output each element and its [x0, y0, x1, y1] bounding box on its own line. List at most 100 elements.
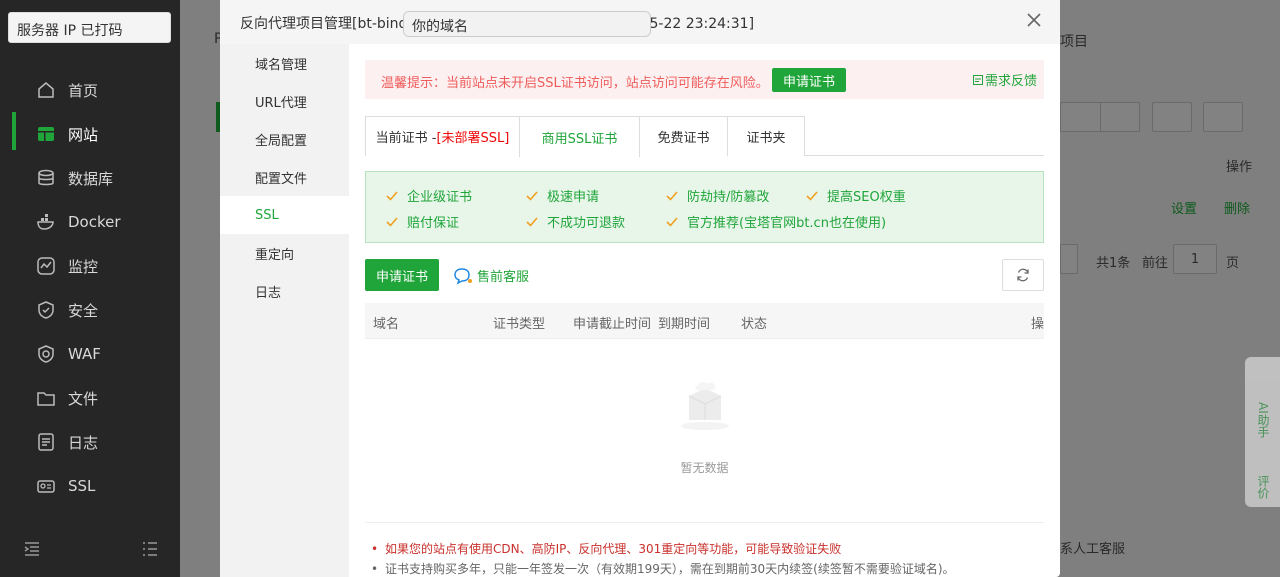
tab-commercial-ssl[interactable]: 商用SSL证书 — [519, 116, 640, 157]
apply-cert-button[interactable]: 申请证书 — [365, 259, 439, 291]
feature-label: 企业级证书 — [407, 190, 473, 205]
review-label: 评价 — [1256, 475, 1270, 499]
sidebar-item-ssl[interactable]: SSL — [0, 464, 180, 508]
modal-title-suffix: 5-22 23:24:31] — [649, 16, 755, 32]
bg-refresh-button — [1152, 102, 1192, 132]
feature-list: 企业级证书 极速申请 防劫持/防篡改 提高SEO权重 赔付保证 不成功可退款 官… — [365, 171, 1044, 243]
home-icon — [36, 80, 56, 100]
alert-apply-button[interactable]: 申请证书 — [772, 68, 846, 92]
sidebar-item-monitor[interactable]: 监控 — [0, 244, 180, 288]
sidebar-item-label: 网站 — [68, 125, 99, 144]
collapse-icon[interactable] — [24, 542, 40, 556]
feature-label: 官方推荐(宝塔官网bt.cn也在使用) — [687, 216, 887, 231]
modal-header: 反向代理项目管理[bt-bind- 5-22 23:24:31] 你的域名 — [220, 0, 1060, 44]
bg-contact: 系人工客服 — [1060, 542, 1126, 557]
tab-cert-folder[interactable]: 证书夹 — [727, 116, 805, 156]
feedback-label: 需求反馈 — [985, 74, 1038, 89]
sidebar-item-logs[interactable]: 日志 — [0, 420, 180, 464]
cert-table-header: 域名 证书类型 申请截止时间 到期时间 状态 操 — [365, 303, 1044, 339]
presale-service-link[interactable]: 售前客服 — [453, 266, 529, 285]
sidebar-item-label: 监控 — [68, 257, 99, 276]
check-icon — [666, 190, 678, 201]
nav-item-config-file[interactable]: 配置文件 — [220, 158, 349, 196]
modal-nav: 域名管理 URL代理 全局配置 配置文件 SSL 重定向 日志 — [220, 44, 349, 577]
main-sidebar: 服务器 IP 已打码 首页 网站 数据库 Docker 监控 安全 WAF 文件… — [0, 0, 180, 577]
feature-label: 极速申请 — [547, 190, 600, 205]
sidebar-item-website[interactable]: 网站 — [0, 112, 180, 156]
check-icon — [386, 190, 398, 201]
sidebar-item-label: 文件 — [68, 389, 99, 408]
bg-delete-link: 删除 — [1224, 202, 1251, 217]
sidebar-footer — [0, 530, 180, 570]
feature-item: 极速申请 — [526, 186, 599, 205]
database-icon — [36, 168, 56, 188]
log-icon — [36, 432, 56, 452]
docker-icon — [36, 212, 56, 232]
nav-item-logs[interactable]: 日志 — [220, 272, 349, 310]
nav-item-redirect[interactable]: 重定向 — [220, 234, 349, 272]
bg-pagination-unit: 页 — [1226, 256, 1240, 271]
column-domain: 域名 — [373, 317, 400, 332]
sidebar-item-security[interactable]: 安全 — [0, 288, 180, 332]
monitor-icon — [36, 256, 56, 276]
sidebar-item-docker[interactable]: Docker — [0, 200, 180, 244]
check-icon — [526, 216, 538, 227]
bg-pagesize-select — [1060, 244, 1078, 274]
sidebar-item-label: WAF — [68, 345, 101, 363]
sidebar-item-database[interactable]: 数据库 — [0, 156, 180, 200]
note-item: 证书支持购买多年，只能一年签发一次（有效期199天），需在到期前30天内续签(续… — [365, 559, 1044, 577]
ssl-tabs: 当前证书 - [未部署SSL] 商用SSL证书 免费证书 证书夹 — [365, 116, 1044, 157]
ai-helper-label: AI助手 — [1256, 402, 1270, 438]
bg-settings-link: 设置 — [1171, 202, 1198, 217]
sidebar-item-home[interactable]: 首页 — [0, 68, 180, 112]
nav-item-url-proxy[interactable]: URL代理 — [220, 82, 349, 120]
sidebar-item-label: 日志 — [68, 433, 99, 452]
feature-item: 防劫持/防篡改 — [666, 186, 769, 205]
menu-list-icon[interactable] — [142, 542, 158, 556]
shield-icon — [36, 300, 56, 320]
bg-search-button — [1100, 102, 1140, 132]
check-icon — [386, 216, 398, 227]
sidebar-item-label: 安全 — [68, 301, 99, 320]
ssl-warning-alert: 温馨提示：当前站点未开启SSL证书访问，站点访问可能存在风险。 申请证书 需求反… — [365, 60, 1044, 99]
column-status: 状态 — [741, 317, 768, 332]
bg-settings-button — [1203, 102, 1243, 132]
ssl-icon — [36, 476, 56, 496]
feature-item: 不成功可退款 — [526, 212, 625, 231]
sidebar-item-label: 数据库 — [68, 169, 114, 188]
sidebar-item-waf[interactable]: WAF — [0, 332, 180, 376]
feature-label: 提高SEO权重 — [827, 190, 906, 205]
ai-helper-panel[interactable]: AI助手 评价 — [1245, 357, 1280, 507]
column-apply-deadline: 申请截止时间 — [573, 317, 652, 332]
alert-text: 温馨提示：当前站点未开启SSL证书访问，站点访问可能存在风险。 — [381, 76, 769, 91]
tab-free-cert[interactable]: 免费证书 — [639, 116, 728, 156]
bg-pagination-total: 共1条 — [1096, 256, 1131, 271]
server-ip-label: 服务器 IP 已打码 — [8, 12, 171, 43]
nav-item-ssl[interactable]: SSL — [220, 196, 349, 234]
nav-item-global-config[interactable]: 全局配置 — [220, 120, 349, 158]
domain-overlay: 你的域名 — [403, 11, 651, 37]
column-cert-type: 证书类型 — [493, 317, 546, 332]
close-icon[interactable] — [1026, 12, 1042, 28]
check-icon — [806, 190, 818, 201]
refresh-icon — [1017, 268, 1029, 282]
feature-label: 赔付保证 — [407, 216, 460, 231]
feature-item: 官方推荐(宝塔官网bt.cn也在使用) — [666, 212, 886, 231]
sidebar-item-label: 首页 — [68, 81, 99, 100]
sidebar-item-files[interactable]: 文件 — [0, 376, 180, 420]
tab-current-label: 当前证书 - — [375, 131, 437, 146]
check-icon — [666, 216, 678, 227]
tab-current-cert[interactable]: 当前证书 - [未部署SSL] — [365, 116, 520, 156]
website-icon — [36, 124, 56, 144]
column-expiry: 到期时间 — [658, 317, 711, 332]
feature-item: 赔付保证 — [386, 212, 459, 231]
feedback-icon — [973, 74, 983, 85]
refresh-button[interactable] — [1002, 259, 1044, 291]
feature-item: 提高SEO权重 — [806, 186, 906, 205]
nav-item-domain[interactable]: 域名管理 — [220, 44, 349, 82]
bg-ops-header: 操作 — [1226, 160, 1253, 175]
sidebar-item-label: Docker — [68, 213, 121, 231]
empty-box-icon — [680, 382, 729, 430]
feedback-link[interactable]: 需求反馈 — [973, 70, 1037, 89]
bg-page-input: 1 — [1173, 244, 1217, 274]
